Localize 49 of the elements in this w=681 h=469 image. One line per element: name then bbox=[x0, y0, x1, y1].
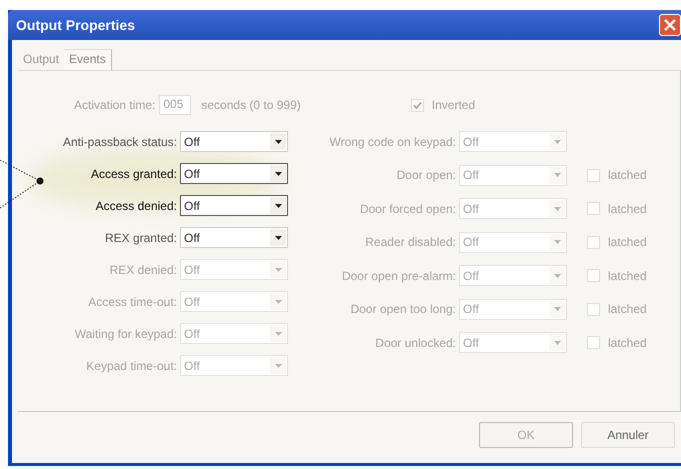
caret-icon bbox=[274, 204, 282, 208]
checkbox-label: latched bbox=[608, 302, 647, 316]
caret-icon bbox=[274, 332, 282, 336]
unit-label: seconds (0 to 999) bbox=[201, 98, 301, 112]
checkbox-label: latched bbox=[608, 268, 647, 282]
field-label: Door unlocked: bbox=[374, 336, 456, 350]
dropdown[interactable]: Off bbox=[180, 227, 288, 248]
tab[interactable]: Events bbox=[64, 49, 112, 70]
caret-icon bbox=[274, 140, 282, 144]
dropdown[interactable]: Off bbox=[180, 131, 288, 152]
field-label: Reader disabled: bbox=[364, 235, 456, 249]
caret-icon bbox=[554, 240, 560, 244]
tab[interactable]: Output bbox=[18, 50, 64, 70]
caret-icon bbox=[274, 300, 282, 304]
caret-icon bbox=[554, 206, 560, 210]
field-label: Access denied: bbox=[96, 198, 177, 212]
checkbox-label: latched bbox=[608, 202, 647, 216]
field-label: Access granted: bbox=[90, 166, 177, 180]
window-title: Output Properties bbox=[16, 17, 136, 33]
checkbox-label: latched bbox=[608, 336, 647, 350]
field-label: Keypad time-out: bbox=[86, 358, 177, 372]
field-label: Anti-passback status: bbox=[62, 134, 177, 148]
field-label: Door forced open: bbox=[358, 202, 456, 216]
field-label: REX denied: bbox=[110, 262, 177, 276]
field-label: REX granted: bbox=[104, 230, 177, 244]
field-label: Door open too long: bbox=[350, 302, 456, 316]
field-label: Wrong code on keypad: bbox=[328, 134, 456, 148]
dialog-button[interactable]: Annuler bbox=[581, 422, 675, 448]
caret-icon bbox=[554, 173, 560, 177]
dropdown[interactable]: Off bbox=[180, 163, 288, 184]
close-button[interactable] bbox=[659, 14, 681, 36]
dropdown[interactable]: Off bbox=[180, 195, 288, 216]
caret-icon bbox=[554, 140, 560, 144]
field-label: Access time-out: bbox=[88, 294, 177, 308]
checkbox-label: latched bbox=[608, 168, 647, 182]
field-label: Activation time: bbox=[74, 98, 156, 112]
caret-icon bbox=[274, 236, 282, 240]
caret-icon bbox=[274, 364, 282, 368]
caret-icon bbox=[274, 268, 282, 272]
caret-icon bbox=[554, 340, 560, 344]
caret-icon bbox=[554, 307, 560, 311]
field-label: Waiting for keypad: bbox=[74, 326, 177, 340]
checkbox-label: Inverted bbox=[432, 98, 476, 112]
checkbox-label: latched bbox=[608, 235, 647, 249]
close-icon bbox=[663, 18, 677, 32]
field-label: Door open pre-alarm: bbox=[340, 268, 456, 282]
field-label: Door open: bbox=[396, 168, 456, 182]
caret-icon bbox=[554, 274, 560, 278]
caret-icon bbox=[274, 172, 282, 176]
